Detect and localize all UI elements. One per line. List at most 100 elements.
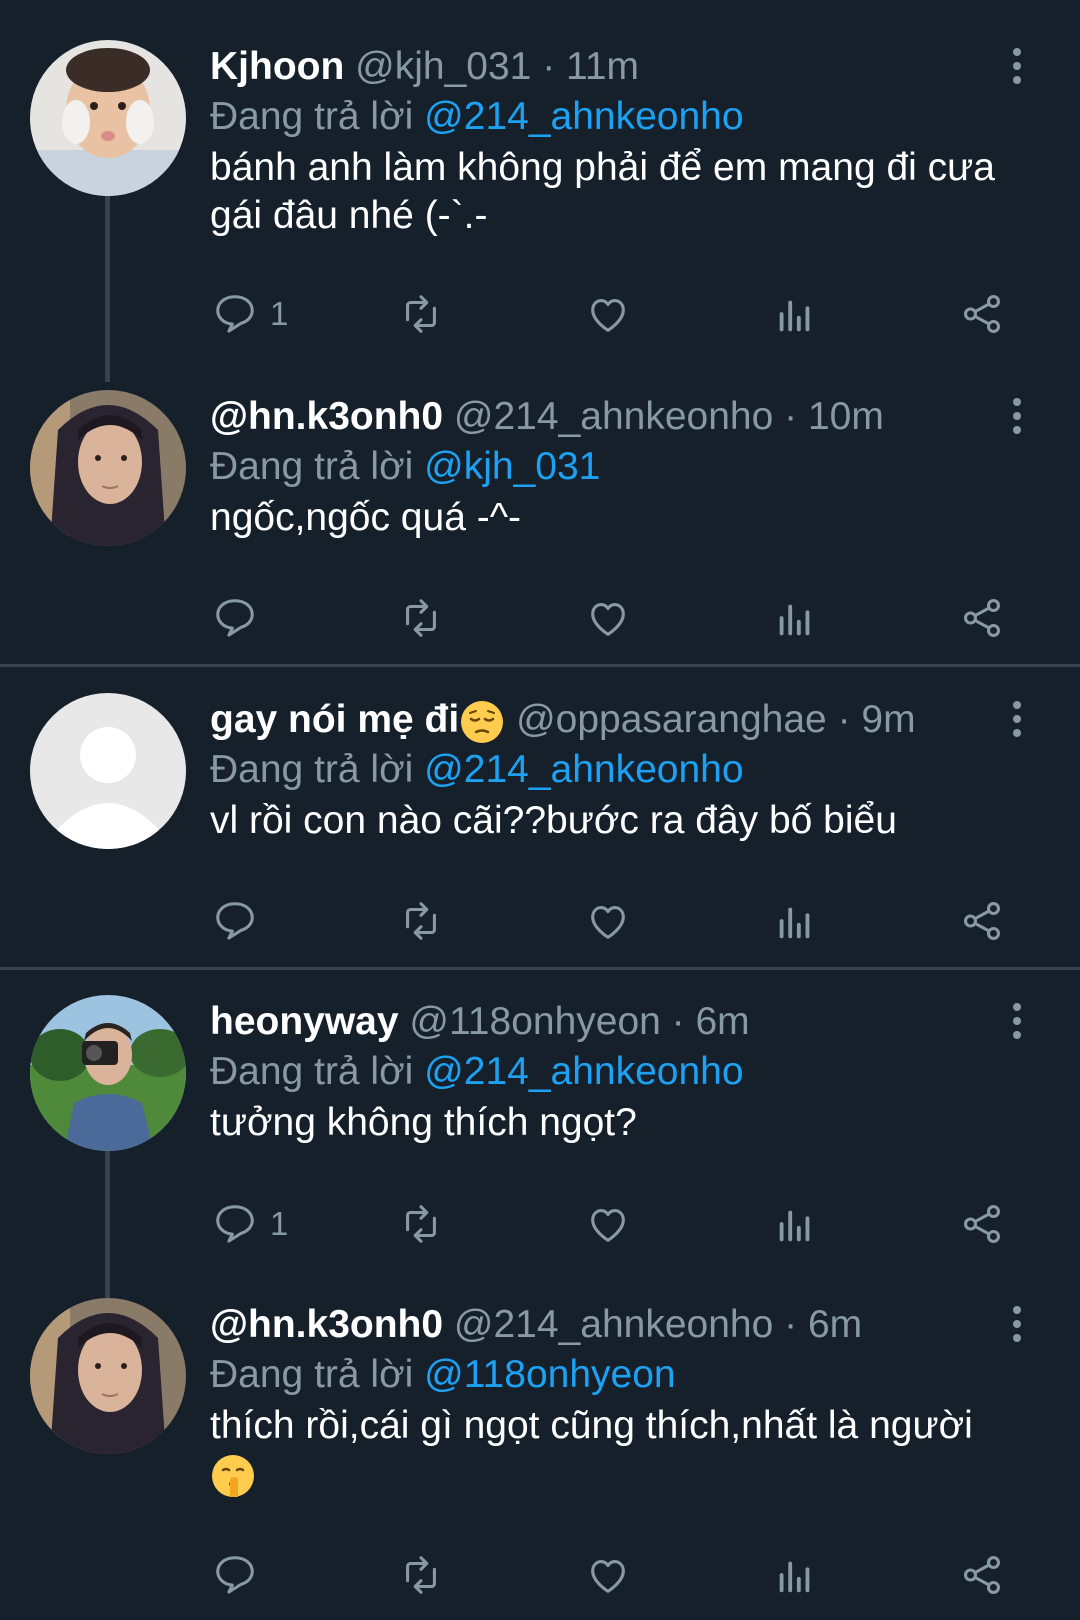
- analytics-button[interactable]: [772, 284, 818, 344]
- reply-button[interactable]: 1: [212, 284, 288, 344]
- analytics-button[interactable]: [772, 1545, 818, 1605]
- retweet-button[interactable]: [398, 588, 444, 648]
- more-icon[interactable]: [1000, 1001, 1034, 1041]
- tweet-text: ngốc,ngốc quá -^-: [210, 496, 521, 539]
- tweet-actions: [0, 1545, 1080, 1605]
- avatar[interactable]: [30, 390, 186, 546]
- retweet-button[interactable]: [398, 891, 444, 951]
- replying-to: Đang trả lời @118onhyeon: [210, 1348, 676, 1402]
- timestamp[interactable]: · 11m: [542, 45, 639, 88]
- like-button[interactable]: [585, 588, 631, 648]
- tweet-text: tưởng không thích ngọt?: [210, 1101, 637, 1144]
- mention-link[interactable]: @214_ahnkeonho: [424, 1050, 743, 1093]
- timestamp[interactable]: · 6m: [784, 1303, 862, 1346]
- like-button[interactable]: [585, 1545, 631, 1605]
- timestamp[interactable]: · 9m: [838, 698, 916, 741]
- mention-link[interactable]: @214_ahnkeonho: [424, 95, 743, 138]
- timestamp[interactable]: · 6m: [672, 1000, 750, 1043]
- shushing-face-emoji: [210, 1453, 256, 1499]
- mention-link[interactable]: @118onhyeon: [424, 1353, 675, 1396]
- display-name[interactable]: @hn.k3onh0: [210, 395, 443, 438]
- like-button[interactable]: [585, 284, 631, 344]
- replying-prefix: Đang trả lời: [210, 445, 414, 488]
- reply-count: 1: [270, 1205, 289, 1242]
- analytics-button[interactable]: [772, 891, 818, 951]
- avatar[interactable]: [30, 995, 186, 1151]
- retweet-icon: [406, 902, 436, 940]
- camera-avatar-image: [30, 995, 186, 1151]
- retweet-button[interactable]: [398, 284, 444, 344]
- analytics-icon: [779, 604, 810, 636]
- share-icon: [963, 295, 1001, 333]
- like-button[interactable]: [585, 891, 631, 951]
- tweet-text: vl rồi con nào cãi??bước ra đây bố biểu: [210, 799, 897, 842]
- display-name[interactable]: @hn.k3onh0: [210, 1303, 443, 1346]
- display-name[interactable]: Kjhoon: [210, 45, 344, 88]
- tweet-text: bánh anh làm không phải để em mang đi cư…: [210, 146, 995, 237]
- handle[interactable]: @214_ahnkeonho: [454, 395, 773, 438]
- handle[interactable]: @oppasaranghae: [516, 698, 827, 741]
- tweet-actions: 1: [0, 284, 1080, 344]
- more-icon[interactable]: [1000, 46, 1034, 86]
- tweet-actions: [0, 588, 1080, 648]
- replying-to: Đang trả lời @214_ahnkeonho: [210, 743, 744, 797]
- divider: [0, 664, 1080, 667]
- reply-icon: [216, 1205, 254, 1243]
- analytics-icon: [779, 907, 810, 939]
- display-name[interactable]: gay nói mẹ đi: [210, 698, 459, 741]
- handle[interactable]: @118onhyeon: [409, 1000, 660, 1043]
- reply-icon: [216, 295, 254, 333]
- tweet-actions: 1: [0, 1194, 1080, 1254]
- avatar[interactable]: [30, 1298, 186, 1454]
- reply-button[interactable]: 1: [212, 1194, 288, 1254]
- more-icon[interactable]: [1000, 699, 1034, 739]
- tweet-header: heonyway @118onhyeon · 6m: [210, 995, 750, 1049]
- replying-to: Đang trả lời @kjh_031: [210, 440, 600, 494]
- share-button[interactable]: [959, 284, 1005, 344]
- retweet-button[interactable]: [398, 1545, 444, 1605]
- kid-avatar-image: [30, 40, 186, 196]
- analytics-icon: [779, 1210, 810, 1242]
- mention-link[interactable]: @kjh_031: [424, 445, 600, 488]
- analytics-icon: [779, 1561, 810, 1593]
- replying-to: Đang trả lời @214_ahnkeonho: [210, 1045, 744, 1099]
- share-button[interactable]: [959, 1545, 1005, 1605]
- retweet-icon: [406, 295, 436, 333]
- more-icon[interactable]: [1000, 396, 1034, 436]
- like-button[interactable]: [585, 1194, 631, 1254]
- analytics-button[interactable]: [772, 588, 818, 648]
- like-icon: [591, 906, 625, 939]
- reply-count: 1: [270, 295, 289, 332]
- retweet-button[interactable]: [398, 1194, 444, 1254]
- timestamp[interactable]: · 10m: [784, 395, 884, 438]
- pensive-face-emoji: [459, 699, 505, 745]
- handle[interactable]: @kjh_031: [355, 45, 531, 88]
- avatar[interactable]: [30, 693, 186, 849]
- share-icon: [963, 1205, 1001, 1243]
- tweet-header: Kjhoon @kjh_031 · 11m: [210, 40, 639, 94]
- replying-prefix: Đang trả lời: [210, 748, 414, 791]
- like-icon: [591, 299, 625, 332]
- default-avatar-image: [30, 693, 186, 849]
- tweet-actions: [0, 891, 1080, 951]
- reply-icon: [216, 1556, 254, 1594]
- replying-prefix: Đang trả lời: [210, 1353, 414, 1396]
- handle[interactable]: @214_ahnkeonho: [454, 1303, 773, 1346]
- analytics-button[interactable]: [772, 1194, 818, 1254]
- avatar[interactable]: [30, 40, 186, 196]
- analytics-icon: [779, 300, 810, 332]
- mention-link[interactable]: @214_ahnkeonho: [424, 748, 743, 791]
- reply-button[interactable]: [212, 1545, 258, 1605]
- share-icon: [963, 1556, 1001, 1594]
- share-button[interactable]: [959, 1194, 1005, 1254]
- share-icon: [963, 599, 1001, 637]
- hooded-avatar-image: [30, 1298, 186, 1454]
- share-button[interactable]: [959, 891, 1005, 951]
- replying-prefix: Đang trả lời: [210, 95, 414, 138]
- share-button[interactable]: [959, 588, 1005, 648]
- like-icon: [591, 1209, 625, 1242]
- reply-button[interactable]: [212, 891, 258, 951]
- reply-button[interactable]: [212, 588, 258, 648]
- display-name[interactable]: heonyway: [210, 1000, 399, 1043]
- more-icon[interactable]: [1000, 1304, 1034, 1344]
